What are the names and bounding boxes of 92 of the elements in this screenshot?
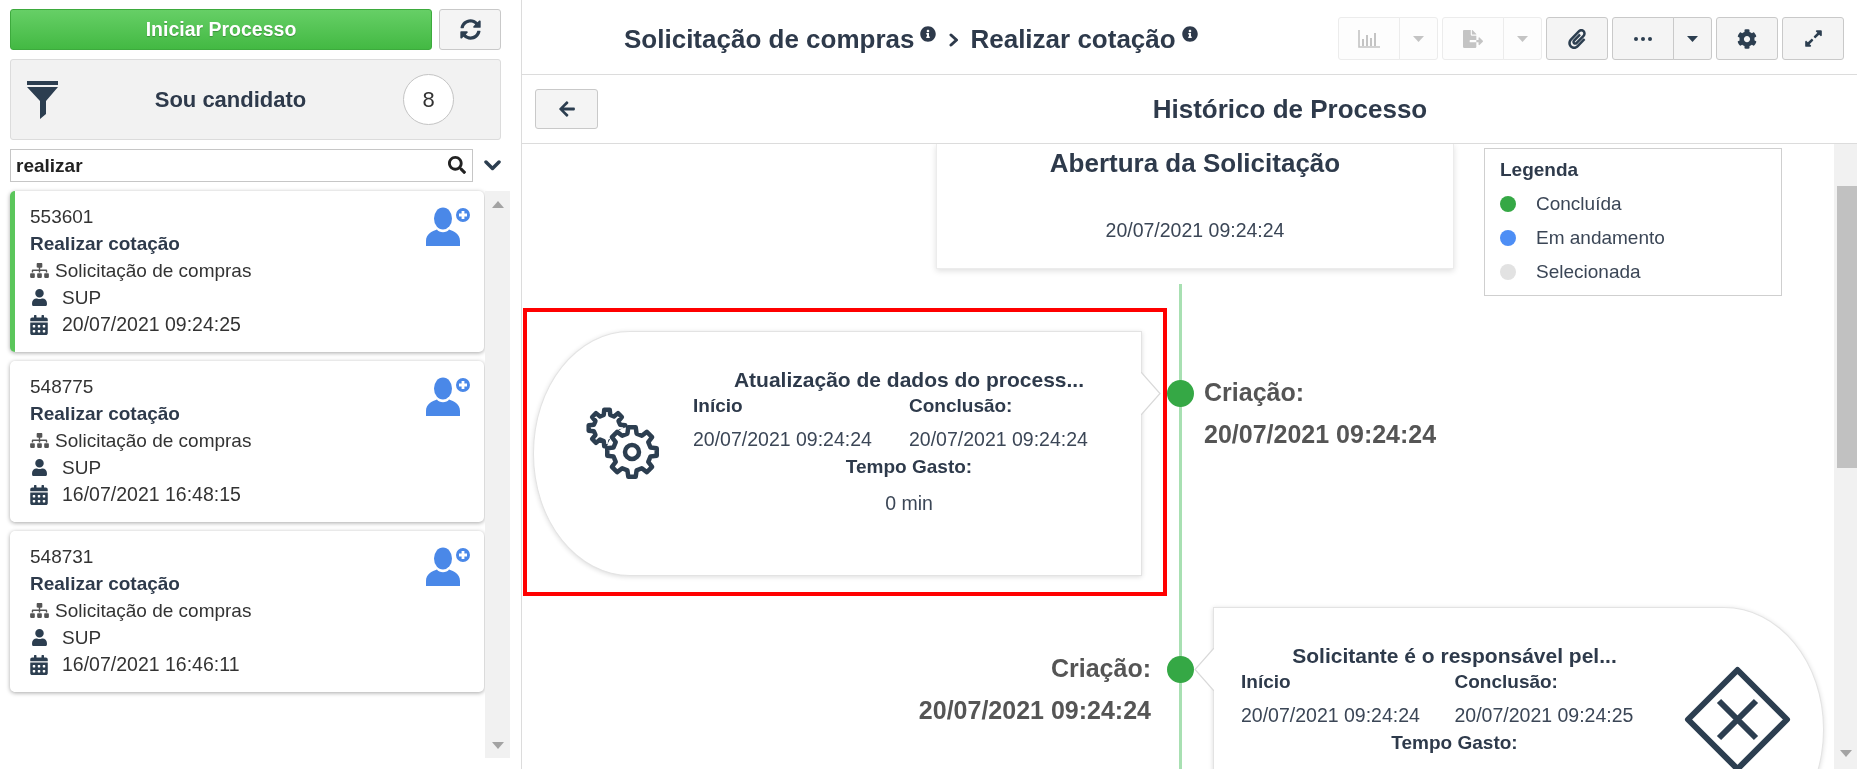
search-icon[interactable] <box>448 156 466 174</box>
start-date: 20/07/2021 09:24:24 <box>1105 218 1285 242</box>
breadcrumb-item: Solicitação de compras <box>624 24 915 54</box>
settings-button[interactable] <box>1716 17 1778 60</box>
calendar-icon <box>30 314 48 335</box>
task-title: Realizar cotação <box>30 572 180 595</box>
duration-label: Tempo Gasto: <box>845 455 973 479</box>
pointer-notch-icon <box>1194 648 1214 691</box>
task-date: 16/07/2021 16:48:15 <box>62 483 241 506</box>
filter-label: Sou candidato <box>153 86 308 113</box>
sitemap-icon <box>30 433 49 448</box>
filter-panel[interactable]: Sou candidato 8 <box>10 59 501 140</box>
start-title: Abertura da Solicitação <box>1049 148 1341 178</box>
created-date: 20/07/2021 09:24:24 <box>918 695 1151 725</box>
chevron-down-icon[interactable] <box>484 160 501 171</box>
task-number: 548731 <box>30 545 94 568</box>
expand-button[interactable] <box>1782 17 1844 60</box>
user-icon <box>32 289 47 306</box>
caret-icon <box>1687 35 1698 42</box>
start-date: 20/07/2021 09:24:24 <box>1241 703 1420 728</box>
end-date: 20/07/2021 09:24:24 <box>909 427 1088 452</box>
task-card[interactable]: 553601 Realizar cotação Solicitação de compras SUP 20/07/2021 09:24:25 <box>10 191 484 352</box>
task-number: 548775 <box>30 375 94 398</box>
calendar-icon <box>30 484 48 505</box>
pointer-notch-icon <box>1141 372 1161 415</box>
user-name: SUP <box>62 626 102 649</box>
process-name: Solicitação de compras <box>55 599 252 622</box>
bar-chart-icon <box>1358 29 1380 48</box>
info-icon[interactable] <box>1181 26 1198 42</box>
caret-icon <box>1517 35 1528 42</box>
legend-title: Legenda <box>1500 158 1579 182</box>
caret-down-icon[interactable] <box>491 742 504 749</box>
process-name: Solicitação de compras <box>55 429 252 452</box>
funnel-icon <box>27 80 58 119</box>
user-icon <box>32 629 47 646</box>
breadcrumb-item: Realizar cotação <box>970 24 1176 54</box>
user-plus-icon[interactable] <box>426 546 472 586</box>
user-plus-icon[interactable] <box>426 206 472 246</box>
page-title: Histórico de Processo <box>1152 94 1428 124</box>
settings-icon <box>1737 28 1757 49</box>
caret-down-icon[interactable] <box>1839 750 1852 757</box>
duration-label: Tempo Gasto: <box>1391 731 1518 755</box>
sitemap-icon <box>30 263 49 278</box>
task-date: 16/07/2021 16:46:11 <box>62 653 240 676</box>
paperclip-icon <box>1568 28 1586 49</box>
scrollbar[interactable] <box>485 191 510 758</box>
info-icon[interactable] <box>920 26 937 42</box>
ellipsis-icon <box>1634 36 1652 41</box>
user-icon <box>32 459 47 476</box>
task-number: 553601 <box>30 205 94 228</box>
calendar-icon <box>30 654 48 675</box>
dropdown-button[interactable] <box>1673 17 1712 60</box>
legend-label: Em andamento <box>1536 227 1665 249</box>
sitemap-icon <box>30 603 49 618</box>
task-title: Realizar cotação <box>30 232 180 255</box>
caret-up-icon[interactable] <box>491 201 504 208</box>
task-date: 20/07/2021 09:24:25 <box>62 313 241 336</box>
start-date: 20/07/2021 09:24:24 <box>693 427 872 452</box>
refresh-button[interactable] <box>439 9 501 50</box>
back-button[interactable] <box>535 89 598 129</box>
arrow-left-icon <box>558 100 575 118</box>
task-title: Realizar cotação <box>30 402 180 425</box>
created-label: Criação: <box>1204 377 1305 407</box>
event-title: Solicitante é o responsável pel... <box>1292 643 1617 669</box>
chevron-right-icon <box>949 33 960 47</box>
expand-icon <box>1804 29 1822 48</box>
refresh-icon <box>459 19 481 40</box>
legend-label: Selecionada <box>1536 261 1641 283</box>
search-field[interactable]: realizar <box>10 149 473 182</box>
user-name: SUP <box>62 456 102 479</box>
user-name: SUP <box>62 286 102 309</box>
legend-label: Concluída <box>1536 193 1622 215</box>
end-label: Conclusão: <box>909 394 1013 418</box>
gears-icon <box>585 406 661 480</box>
user-plus-icon[interactable] <box>426 376 472 416</box>
start-label: Início <box>693 394 743 418</box>
process-name: Solicitação de compras <box>55 259 252 282</box>
diamond-x-icon <box>1684 666 1791 769</box>
end-label: Conclusão: <box>1454 670 1558 694</box>
scrollbar[interactable] <box>1834 144 1857 769</box>
scrollbar-thumb[interactable] <box>1837 186 1857 468</box>
count-badge: 8 <box>403 74 454 125</box>
end-date: 20/07/2021 09:24:25 <box>1454 703 1634 728</box>
created-date: 20/07/2021 09:24:24 <box>1204 419 1437 449</box>
attach-button[interactable] <box>1546 17 1608 60</box>
duration-value: 0 min <box>885 491 933 516</box>
created-label: Criação: <box>1050 653 1151 683</box>
start-label: Início <box>1241 670 1291 694</box>
event-title: Atualização de dados do process... <box>733 367 1085 393</box>
file-export-icon <box>1463 29 1483 48</box>
caret-icon <box>1413 35 1424 42</box>
start-card[interactable]: Abertura da Solicitação 20/07/2021 09:24:24 <box>936 144 1454 269</box>
